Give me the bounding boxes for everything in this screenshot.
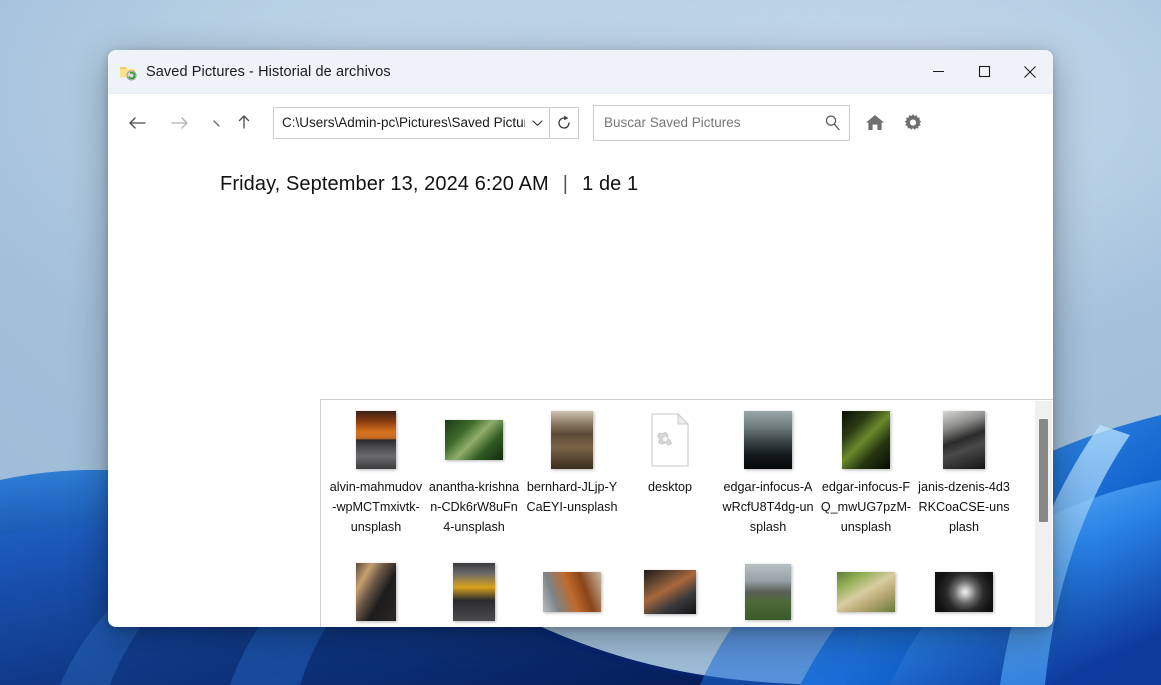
thumbnail-picnic-table xyxy=(834,560,898,624)
thumbnail-laptop-desert xyxy=(638,560,702,624)
file-name-label: bernhard-JLjp-YCaEYI-unsplash xyxy=(526,480,618,514)
file-item[interactable]: edgar-infocus-FQ_mwUG7pzM-unsplash xyxy=(817,408,915,560)
back-button[interactable] xyxy=(121,108,151,138)
thumbnail-image xyxy=(842,411,890,469)
file-item[interactable]: janis-dzenis-nzZOzjrzsTE-unsplash xyxy=(425,560,523,627)
thumbnail-image xyxy=(837,572,895,612)
file-item[interactable]: desktop xyxy=(621,408,719,560)
file-name-label: edgar-infocus-FQ_mwUG7pzM-unsplash xyxy=(820,480,912,534)
file-item[interactable]: jefferson-sees-OOysmEAw72U-unsplash xyxy=(621,560,719,627)
recent-locations-button[interactable] xyxy=(209,108,225,138)
thumbnail-image xyxy=(356,411,396,469)
file-name-label: desktop xyxy=(647,480,693,494)
navigation-toolbar: C:\Users\Admin-pc\Pictures\Saved Picture… xyxy=(108,94,1053,151)
thumbnail-barn-field xyxy=(736,560,800,624)
vertical-scrollbar[interactable] xyxy=(1035,401,1052,627)
refresh-button[interactable] xyxy=(550,106,579,139)
thumbnail-image xyxy=(745,564,791,620)
thumbnail-sunset-sea xyxy=(344,408,408,472)
window-content: Friday, September 13, 2024 6:20 AM | 1 d… xyxy=(108,173,1053,627)
thumbnail-image xyxy=(935,572,993,612)
file-list-pane: alvin-mahmudov-wpMCTmxivtk-unsplash anant… xyxy=(320,399,1053,627)
search-input[interactable]: Buscar Saved Pictures xyxy=(594,115,815,130)
thumbnail-portrait-blonde xyxy=(344,560,408,624)
thumbnail-canyon-slot xyxy=(540,560,604,624)
thumbnail-dark-leaves xyxy=(834,408,898,472)
file-item[interactable]: bernhard-JLjp-YCaEYI-unsplash xyxy=(523,408,621,560)
file-item[interactable]: karsten-winegeart-xUyOWyCjJ_I-unsplash xyxy=(719,560,817,627)
file-item[interactable]: janis-dzenis-4d3RKCoaCSE-unsplash xyxy=(915,408,1013,560)
thumbnail-person-wall xyxy=(932,408,996,472)
file-item[interactable]: kateryna-hliznitsova-TFCcjqMV-Ls-unsplas… xyxy=(817,560,915,627)
address-bar[interactable]: C:\Users\Admin-pc\Pictures\Saved Picture… xyxy=(273,106,550,139)
thumbnail-image xyxy=(445,420,503,460)
chevron-down-icon[interactable] xyxy=(525,119,549,127)
thumbnail-image xyxy=(551,411,593,469)
home-icon[interactable] xyxy=(862,110,888,136)
maximize-button[interactable] xyxy=(961,50,1007,93)
up-button[interactable] xyxy=(229,108,259,138)
file-history-window: Saved Pictures - Historial de archivos C… xyxy=(108,50,1053,627)
thumbnail-image xyxy=(943,411,985,469)
thumbnail-config-file xyxy=(638,408,702,472)
thumbnail-foggy-road xyxy=(736,408,800,472)
file-item[interactable]: masood-aslami-BUNLnWEBI24-unsplash xyxy=(915,560,1013,627)
header-separator: | xyxy=(562,173,569,195)
file-name-label: janis-dzenis-4d3RKCoaCSE-unsplash xyxy=(918,480,1010,534)
search-icon[interactable] xyxy=(815,114,849,131)
address-path[interactable]: C:\Users\Admin-pc\Pictures\Saved Picture… xyxy=(274,115,525,130)
file-item[interactable]: jasper-gribble-vgb2-_AFH3o-unsplash xyxy=(523,560,621,627)
folder-history-icon xyxy=(118,62,138,82)
backup-date-header: Friday, September 13, 2024 6:20 AM | 1 d… xyxy=(220,173,1053,196)
gear-icon[interactable] xyxy=(900,110,926,136)
file-item[interactable]: anantha-krishnan-CDk6rW8uFn4-unsplash xyxy=(425,408,523,560)
thumbnail-shop-front xyxy=(540,408,604,472)
thumbnail-image xyxy=(543,572,601,612)
file-item[interactable]: alvin-mahmudov-wpMCTmxivtk-unsplash xyxy=(327,408,425,560)
thumbnail-image xyxy=(644,570,696,614)
scrollbar-thumb[interactable] xyxy=(1039,419,1048,522)
caption-buttons xyxy=(915,50,1053,93)
thumbnail-couple-forest xyxy=(442,408,506,472)
page-indicator: 1 de 1 xyxy=(582,173,639,195)
window-title: Saved Pictures - Historial de archivos xyxy=(146,63,391,80)
thumbnail-dancer-yellow xyxy=(442,560,506,624)
file-name-label: edgar-infocus-AwRcfU8T4dg-unsplash xyxy=(722,480,814,534)
thumbnail-image xyxy=(453,563,495,621)
thumbnail-image xyxy=(744,411,792,469)
file-grid[interactable]: alvin-mahmudov-wpMCTmxivtk-unsplash anant… xyxy=(321,400,1026,627)
file-item[interactable]: janis-dzenis-MBNrzcQ8TV0-unsplash xyxy=(327,560,425,627)
title-bar[interactable]: Saved Pictures - Historial de archivos xyxy=(108,50,1053,94)
minimize-button[interactable] xyxy=(915,50,961,93)
thumbnail-image xyxy=(356,563,396,621)
search-box[interactable]: Buscar Saved Pictures xyxy=(593,104,850,141)
file-name-label: alvin-mahmudov-wpMCTmxivtk-unsplash xyxy=(329,480,423,534)
thumbnail-spiral-bw xyxy=(932,560,996,624)
forward-button xyxy=(165,108,195,138)
close-button[interactable] xyxy=(1007,50,1053,93)
file-name-label: anantha-krishnan-CDk6rW8uFn4-unsplash xyxy=(428,480,520,534)
backup-date: Friday, September 13, 2024 6:20 AM xyxy=(220,173,549,195)
file-item[interactable]: edgar-infocus-AwRcfU8T4dg-unsplash xyxy=(719,408,817,560)
